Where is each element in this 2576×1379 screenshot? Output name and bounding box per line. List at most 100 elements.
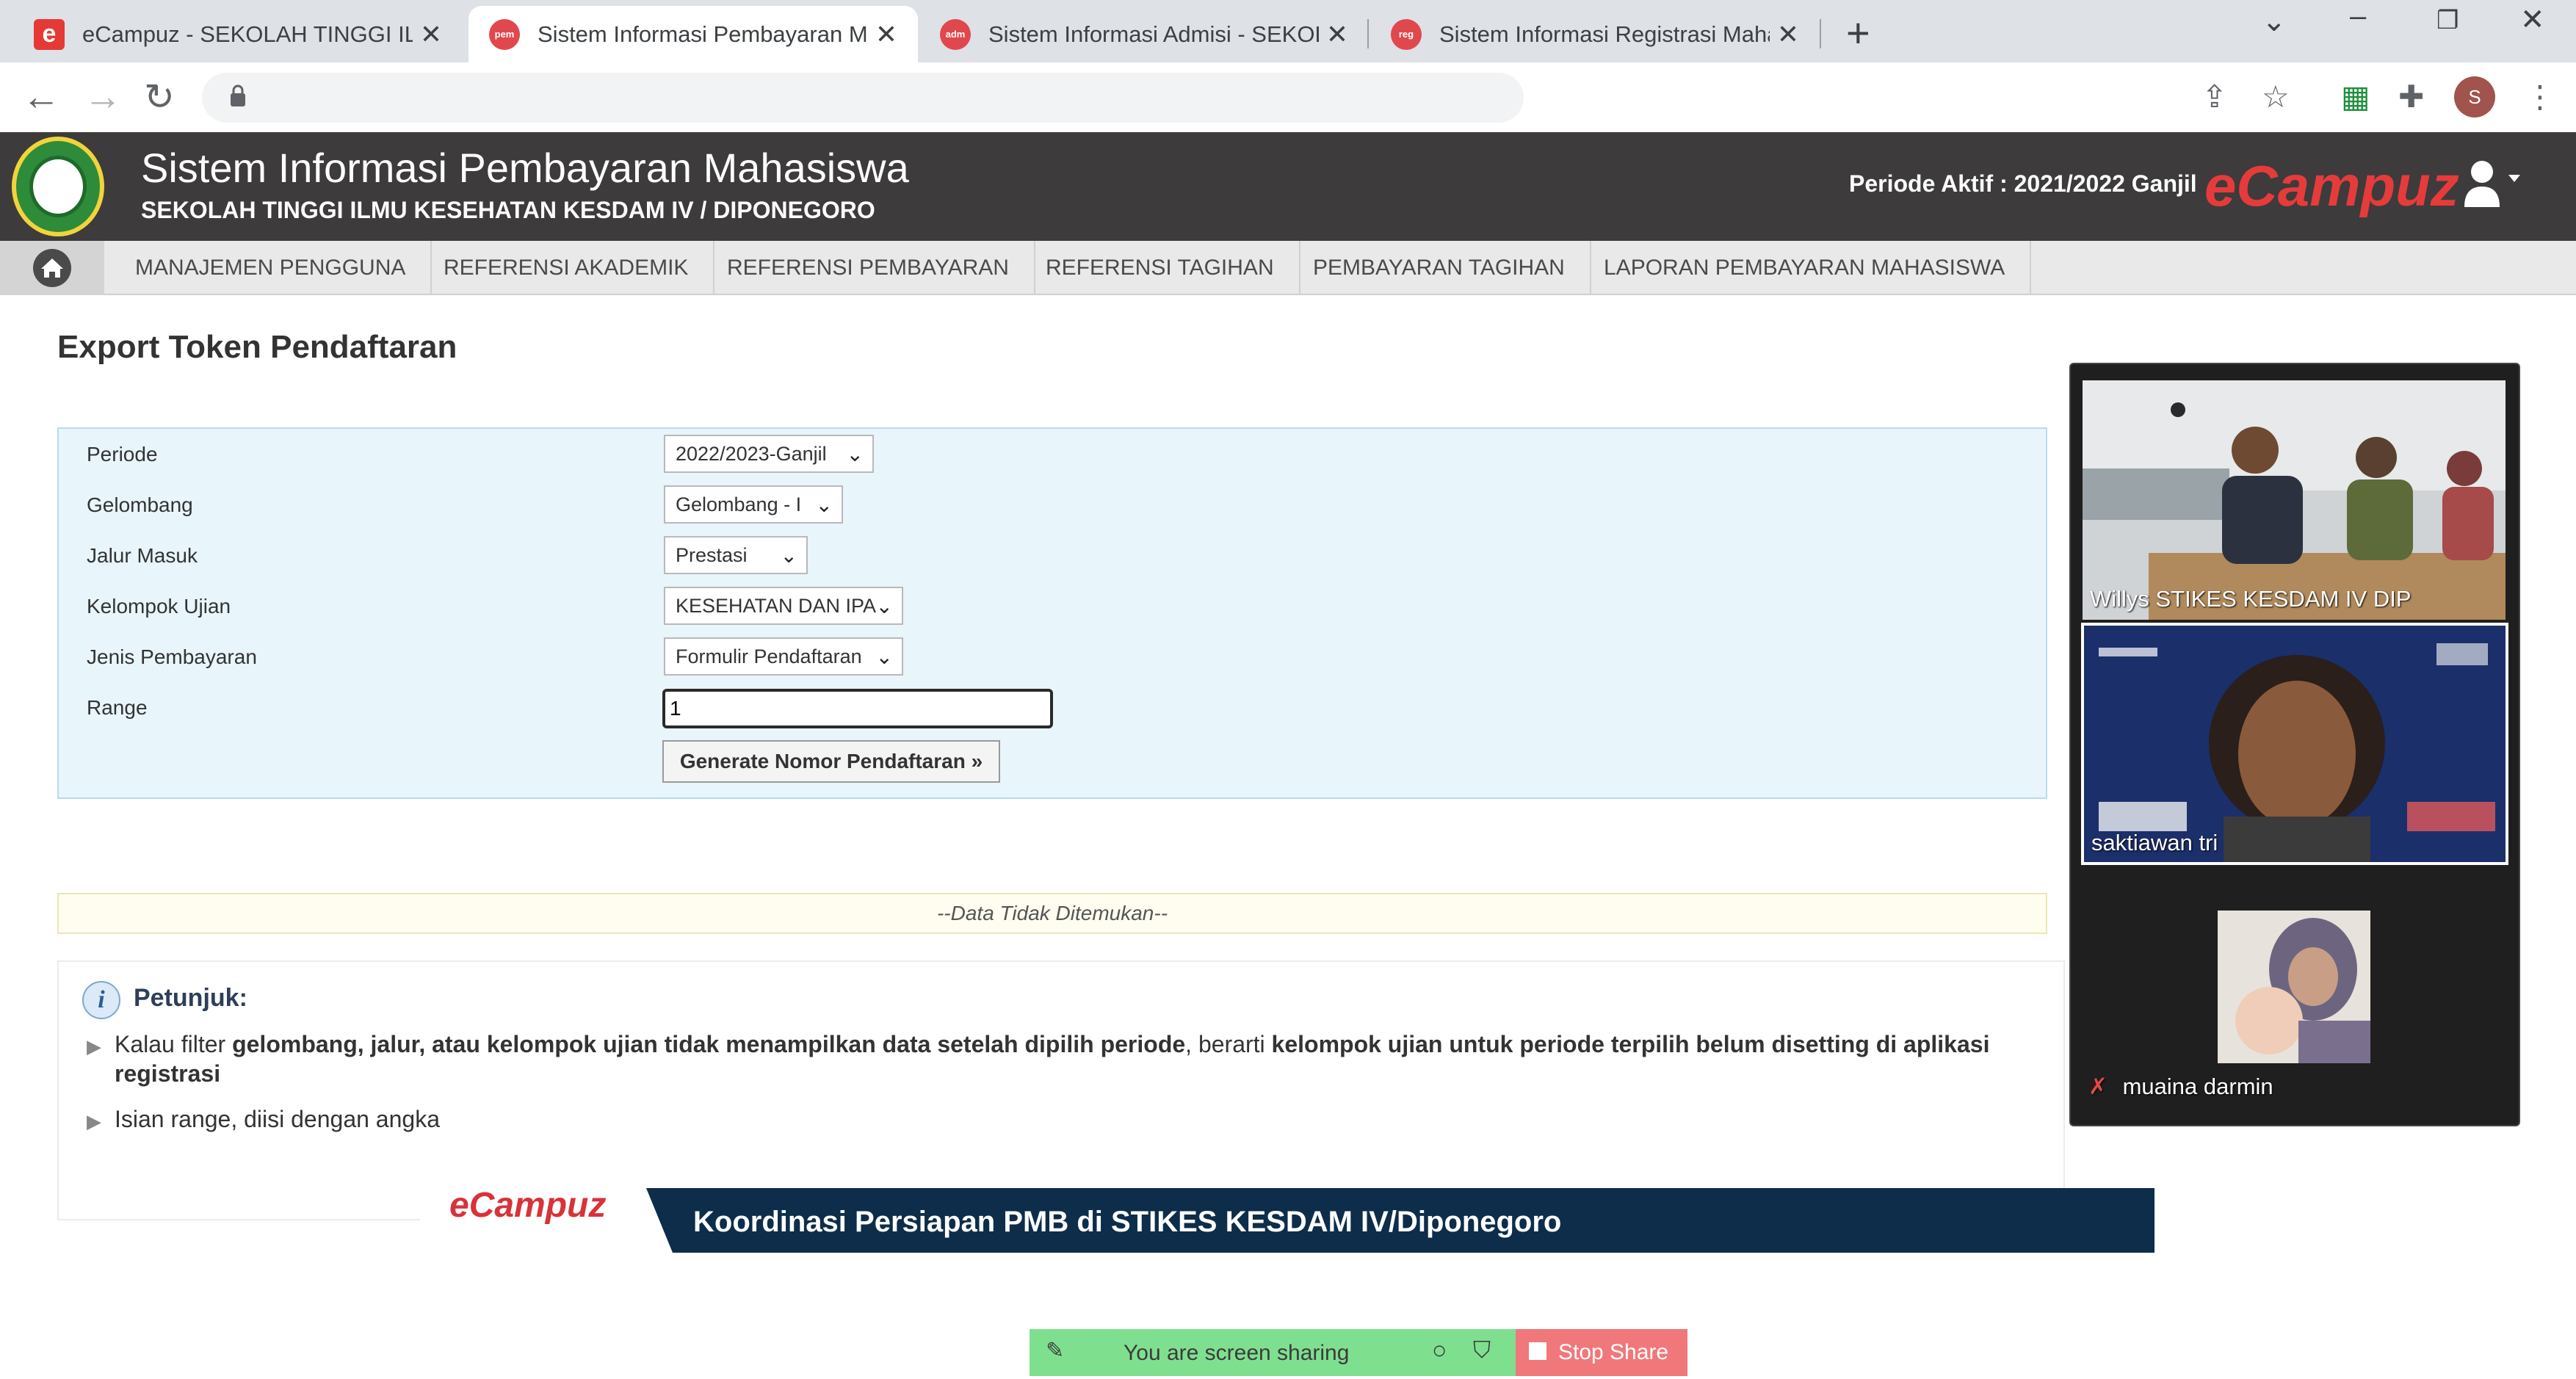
nav-manajemen-pengguna[interactable]: MANAJEMEN PENGGUNA bbox=[110, 241, 433, 295]
participant-video-feed bbox=[2084, 626, 2506, 862]
kelompok-ujian-label: Kelompok Ujian bbox=[87, 595, 231, 618]
stop-share-button[interactable]: Stop Share bbox=[1516, 1329, 1687, 1376]
active-period-label: Periode Aktif : 2021/2022 Ganjil bbox=[1849, 170, 2197, 197]
browser-toolbar: ← → ↻ ⇪ ☆ ▦ ✚ ⋮ bbox=[0, 62, 2576, 132]
home-icon bbox=[33, 249, 71, 287]
banner-ecampuz-logo: eCampuz bbox=[449, 1186, 607, 1225]
security-shield-icon[interactable]: ⛉ bbox=[1473, 1336, 1491, 1364]
banner-slant-shape bbox=[629, 1188, 673, 1253]
generate-nomor-pendaftaran-button[interactable]: Generate Nomor Pendaftaran » bbox=[662, 740, 1000, 783]
home-button[interactable] bbox=[0, 241, 104, 295]
jalur-masuk-label: Jalur Masuk bbox=[87, 544, 198, 567]
periode-select-value: 2022/2023-Ganjil bbox=[676, 442, 827, 465]
pembayaran-favicon-icon: pem bbox=[489, 18, 520, 50]
browser-tab-ecampuz[interactable]: e eCampuz - SEKOLAH TINGGI ILMU ✕ bbox=[13, 6, 463, 62]
chevron-down-icon: ⌄ bbox=[815, 493, 833, 516]
close-tab-icon[interactable]: ✕ bbox=[420, 19, 442, 50]
extensions-puzzle-icon[interactable]: ✚ bbox=[2398, 79, 2424, 115]
registrasi-favicon-icon: reg bbox=[1391, 18, 1422, 50]
institution-logo-emblem bbox=[29, 156, 87, 217]
chevron-down-icon: ⌄ bbox=[846, 443, 864, 466]
tab-title: Sistem Informasi Pembayaran Ma bbox=[538, 21, 868, 47]
close-window-icon[interactable]: ✕ bbox=[2520, 3, 2545, 37]
user-menu-icon[interactable] bbox=[2459, 156, 2525, 214]
forward-arrow-icon[interactable]: → bbox=[84, 76, 122, 118]
chevron-down-icon: ⌄ bbox=[875, 595, 893, 618]
microphone-muted-icon: ✗ bbox=[2088, 1074, 2108, 1099]
screen-sharing-status: You are screen sharing bbox=[1124, 1341, 1350, 1365]
chevron-down-icon: ⌄ bbox=[780, 544, 797, 567]
close-tab-icon[interactable]: ✕ bbox=[1326, 19, 1348, 50]
profile-avatar[interactable]: S bbox=[2454, 76, 2495, 117]
new-tab-plus-icon[interactable]: + bbox=[1846, 9, 1870, 57]
drag-handle-icon[interactable]: ✎ bbox=[1046, 1338, 1064, 1364]
page-title: Export Token Pendaftaran bbox=[57, 329, 457, 365]
banner-text: Koordinasi Persiapan PMB di STIKES KESDA… bbox=[693, 1206, 1562, 1238]
close-tab-icon[interactable]: ✕ bbox=[1777, 19, 1799, 50]
sheets-extension-icon[interactable]: ▦ bbox=[2341, 79, 2370, 115]
kelompok-ujian-select[interactable]: KESEHATAN DAN IPA ⌄ bbox=[664, 587, 903, 625]
app-subtitle: SEKOLAH TINGGI ILMU KESEHATAN KESDAM IV … bbox=[141, 197, 875, 223]
jenis-pembayaran-label: Jenis Pembayaran bbox=[87, 645, 257, 668]
browser-tab-strip: e eCampuz - SEKOLAH TINGGI ILMU ✕ pem Si… bbox=[0, 0, 2576, 62]
bullet-arrow-icon: ▶ bbox=[87, 1110, 101, 1132]
periode-select[interactable]: 2022/2023-Ganjil ⌄ bbox=[664, 435, 874, 473]
jalur-masuk-select-value: Prestasi bbox=[676, 543, 748, 566]
pause-share-icon[interactable]: ○ bbox=[1432, 1336, 1447, 1365]
participant-name: muaina darmin bbox=[2122, 1074, 2273, 1099]
minimize-icon[interactable]: – bbox=[2350, 0, 2366, 33]
hint-item-1-text: Kalau filter bbox=[115, 1031, 233, 1057]
restore-icon[interactable]: ❐ bbox=[2436, 6, 2459, 35]
back-arrow-icon[interactable]: ← bbox=[22, 76, 60, 118]
hint-item-1-text-mid: , berarti bbox=[1185, 1031, 1272, 1057]
muted-participant-row: ✗ muaina darmin bbox=[2088, 1074, 2273, 1100]
stop-square-icon bbox=[1529, 1342, 1546, 1360]
kelompok-ujian-select-value: KESEHATAN DAN IPA bbox=[676, 594, 877, 617]
ecampuz-brand-logo: eCampuz bbox=[2204, 153, 2459, 218]
bookmark-star-icon[interactable]: ☆ bbox=[2262, 79, 2290, 115]
range-label: Range bbox=[87, 696, 148, 719]
hint-item-1-bold: gelombang, jalur, atau kelompok ujian ti… bbox=[232, 1031, 1186, 1057]
lock-icon bbox=[231, 84, 245, 106]
browser-tab-admisi[interactable]: adm Sistem Informasi Admisi - SEKOL ✕ bbox=[919, 6, 1369, 62]
close-tab-icon[interactable]: ✕ bbox=[875, 19, 897, 50]
participant-video-saktiawan[interactable]: saktiawan tri bbox=[2081, 623, 2508, 865]
tab-title: eCampuz - SEKOLAH TINGGI ILMU bbox=[82, 21, 413, 47]
gelombang-select[interactable]: Gelombang - I ⌄ bbox=[664, 485, 843, 524]
hint-title: Petunjuk: bbox=[134, 984, 247, 1012]
tab-title: Sistem Informasi Admisi - SEKOL bbox=[988, 21, 1319, 47]
browser-menu-icon[interactable]: ⋮ bbox=[2525, 79, 2555, 115]
jenis-pembayaran-select-value: Formulir Pendaftaran bbox=[676, 645, 862, 667]
nav-laporan-pembayaran-mahasiswa[interactable]: LAPORAN PEMBAYARAN MAHASISWA bbox=[1579, 241, 2032, 295]
address-bar[interactable] bbox=[202, 73, 1524, 123]
stop-share-label: Stop Share bbox=[1558, 1340, 1669, 1364]
share-page-icon[interactable]: ⇪ bbox=[2201, 79, 2227, 115]
participant-photo bbox=[2218, 911, 2370, 1063]
info-icon: i bbox=[82, 981, 120, 1019]
nav-referensi-akademik[interactable]: REFERENSI AKADEMIK bbox=[419, 241, 715, 295]
nav-pembayaran-tagihan[interactable]: PEMBAYARAN TAGIHAN bbox=[1288, 241, 1591, 295]
gelombang-select-value: Gelombang - I bbox=[676, 493, 802, 515]
browser-tab-pembayaran[interactable]: pem Sistem Informasi Pembayaran Ma ✕ bbox=[468, 6, 918, 62]
participant-video-willys[interactable]: Willys STIKES KESDAM IV DIP bbox=[2083, 380, 2506, 620]
participant-name: Willys STIKES KESDAM IV DIP bbox=[2090, 586, 2412, 612]
tab-separator bbox=[1820, 19, 1821, 48]
browser-tab-registrasi[interactable]: reg Sistem Informasi Registrasi Maha ✕ bbox=[1370, 6, 1820, 62]
tab-search-chevron-icon[interactable]: ⌄ bbox=[2262, 4, 2287, 38]
reload-icon[interactable]: ↻ bbox=[144, 76, 175, 118]
hint-item-2: Isian range, diisi dengan angka bbox=[115, 1106, 440, 1132]
tab-separator bbox=[1367, 19, 1369, 48]
participant-video-feed bbox=[2083, 380, 2506, 620]
bullet-arrow-icon: ▶ bbox=[87, 1035, 101, 1057]
hint-panel bbox=[57, 960, 2065, 1220]
jalur-masuk-select[interactable]: Prestasi ⌄ bbox=[664, 536, 808, 574]
nav-referensi-pembayaran[interactable]: REFERENSI PEMBAYARAN bbox=[702, 241, 1035, 295]
range-input[interactable] bbox=[662, 689, 1053, 728]
hint-item-1: Kalau filter gelombang, jalur, atau kelo… bbox=[115, 1029, 1994, 1088]
periode-label: Periode bbox=[87, 443, 158, 466]
jenis-pembayaran-select[interactable]: Formulir Pendaftaran ⌄ bbox=[664, 637, 903, 676]
filter-form-panel bbox=[57, 427, 2047, 799]
app-title: Sistem Informasi Pembayaran Mahasiswa bbox=[141, 145, 909, 191]
tab-title: Sistem Informasi Registrasi Maha bbox=[1439, 21, 1770, 47]
nav-referensi-tagihan[interactable]: REFERENSI TAGIHAN bbox=[1021, 241, 1300, 295]
